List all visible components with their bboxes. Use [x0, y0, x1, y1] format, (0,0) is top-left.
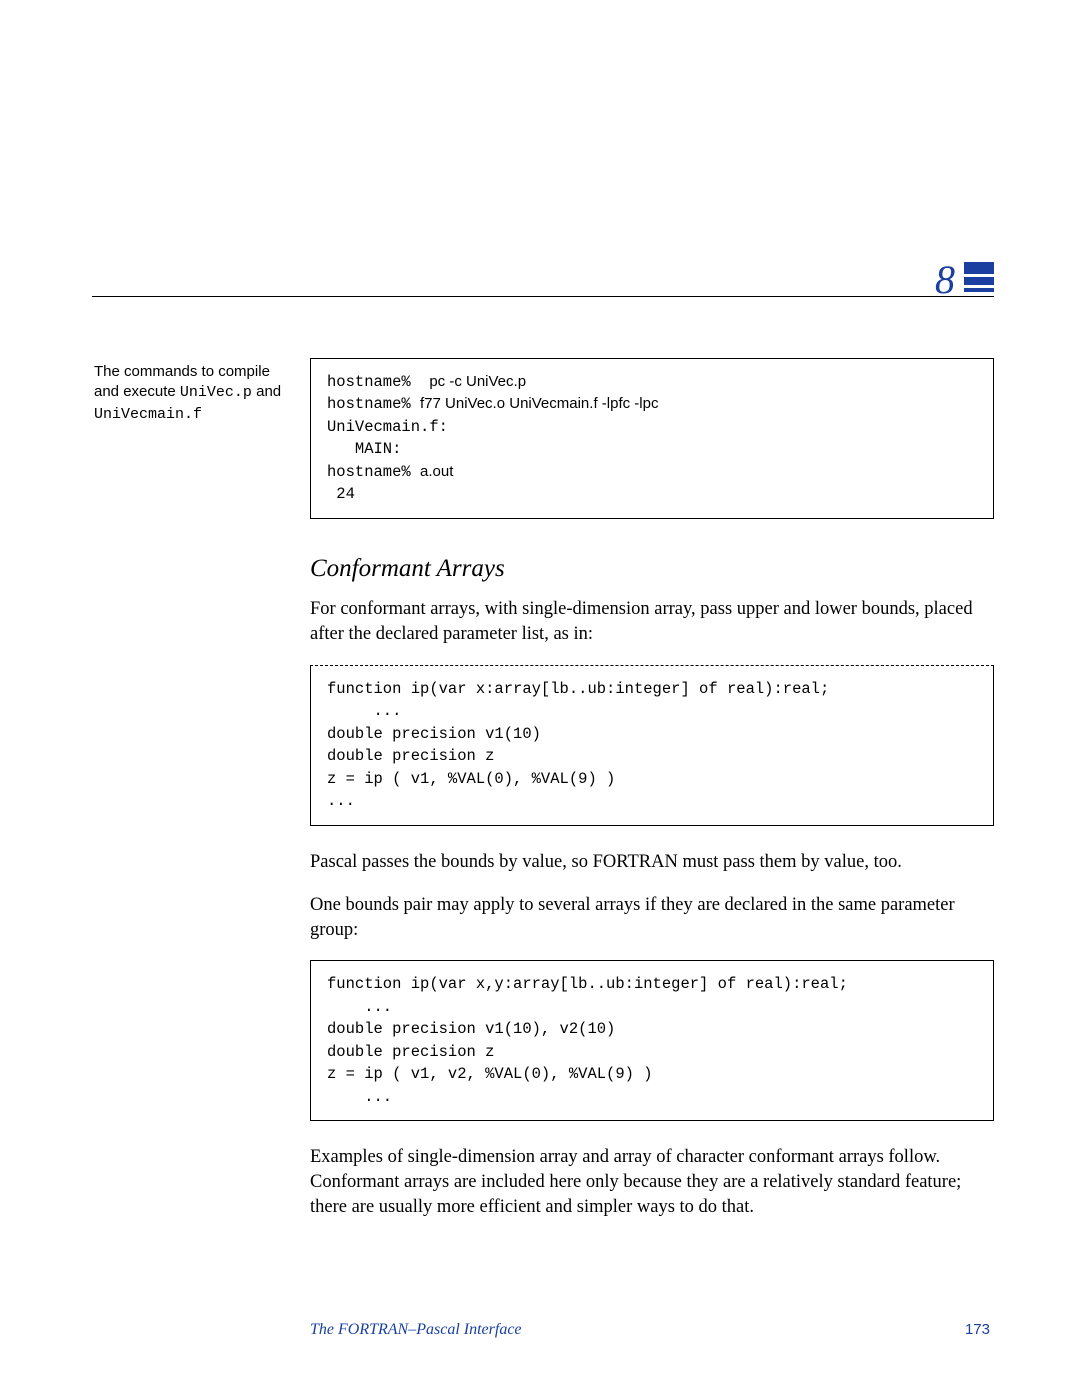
sidenote-code: UniVec.p [180, 384, 252, 401]
code-line: hostname% [327, 373, 429, 391]
header-rule [92, 296, 994, 297]
code-line: f77 UniVec.o UniVecmain.f -lpfc -lpc [420, 395, 658, 412]
code-text: function ip(var x:array[lb..ub:integer] … [327, 680, 829, 810]
code-line: hostname% [327, 463, 420, 481]
code-text: function ip(var x,y:array[lb..ub:integer… [327, 975, 848, 1105]
body-paragraph: Pascal passes the bounds by value, so FO… [310, 850, 994, 875]
body-paragraph: One bounds pair may apply to several arr… [310, 893, 994, 943]
code-line: pc -c UniVec.p [429, 373, 526, 390]
code-line: hostname% [327, 395, 420, 413]
main-column: hostname% pc -c UniVec.p hostname% f77 U… [310, 358, 994, 1238]
page: 8 The commands to compile and execute Un… [0, 0, 1080, 1397]
page-footer: The FORTRAN–Pascal Interface 173 [310, 1321, 990, 1339]
body-paragraph: Examples of single-dimension array and a… [310, 1145, 994, 1220]
code-line: UniVecmain.f: [327, 418, 448, 436]
page-number: 173 [965, 1321, 990, 1339]
code-box-commands: hostname% pc -c UniVec.p hostname% f77 U… [310, 358, 994, 519]
sidenote-text: execute [123, 383, 180, 400]
sidenote-code: UniVecmain.f [94, 406, 202, 423]
footer-title: The FORTRAN–Pascal Interface [310, 1321, 522, 1339]
code-box-conformant-1: function ip(var x:array[lb..ub:integer] … [310, 665, 994, 826]
body-paragraph: For conformant arrays, with single-dimen… [310, 597, 994, 647]
sidenote: The commands to compile and execute UniV… [94, 362, 299, 425]
code-box-conformant-2: function ip(var x,y:array[lb..ub:integer… [310, 960, 994, 1121]
code-line: 24 [327, 485, 355, 503]
chapter-number: 8 [935, 256, 955, 303]
code-line: MAIN: [327, 440, 401, 458]
code-line: a.out [420, 463, 453, 480]
sidenote-text: and [252, 383, 281, 400]
chapter-glyph-icon [964, 262, 994, 292]
section-heading: Conformant Arrays [310, 555, 994, 583]
